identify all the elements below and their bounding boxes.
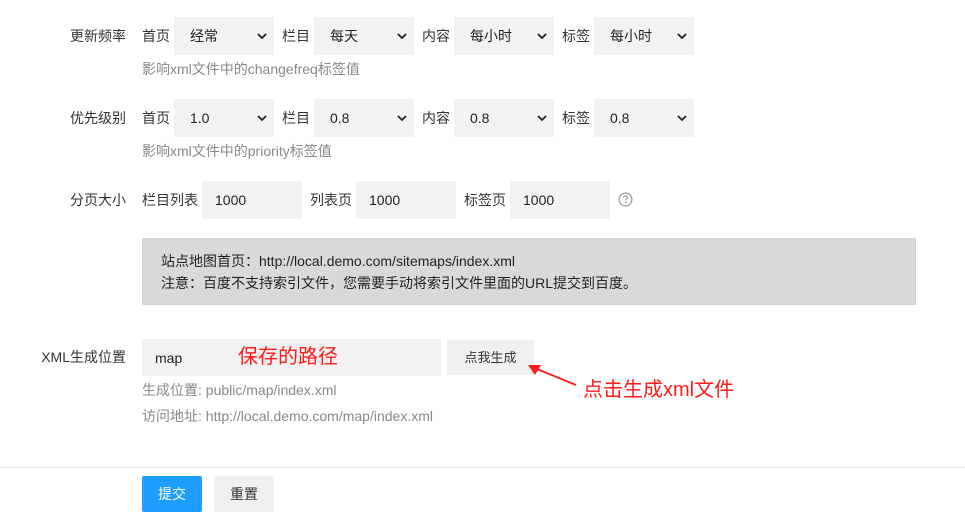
xml-url-hint: 访问地址: http://local.demo.com/map/index.xm… [142,408,433,424]
pagesize-list-input[interactable]: 1000 [356,181,456,219]
select-value: 1.0 [190,110,210,126]
chevron-down-icon [257,33,267,40]
pagesize-list-label: 列表页 [310,192,352,208]
priority-content-label: 内容 [422,110,450,126]
pagesize-tag-label: 标签页 [464,192,506,208]
chevron-down-icon [257,115,267,122]
select-value: 每天 [330,28,358,44]
form-divider [0,467,965,468]
chevron-down-icon [677,115,687,122]
arrow-icon [528,365,577,386]
changefreq-tag-select[interactable]: 每小时 [594,17,694,55]
pagesize-label: 分页大小 [70,192,126,208]
priority-tag-label: 标签 [562,110,590,126]
select-value: 每小时 [470,28,512,44]
priority-tag-select[interactable]: 0.8 [594,99,694,137]
changefreq-column-select[interactable]: 每天 [314,17,414,55]
select-value: 0.8 [470,110,490,126]
pagesize-column-list-label: 栏目列表 [142,192,198,208]
changefreq-label: 更新频率 [70,28,126,44]
changefreq-content-select[interactable]: 每小时 [454,17,554,55]
submit-button[interactable]: 提交 [142,476,202,512]
question-circle-icon[interactable] [618,192,633,207]
chevron-down-icon [677,33,687,40]
sitemap-notice: 站点地图首页：http://local.demo.com/sitemaps/in… [142,238,916,305]
pagesize-column-list-input[interactable]: 1000 [202,181,302,219]
changefreq-column-label: 栏目 [282,28,310,44]
priority-home-select[interactable]: 1.0 [174,99,274,137]
select-value: 经常 [190,28,218,44]
reset-button[interactable]: 重置 [214,476,274,512]
select-value: 0.8 [610,110,630,126]
select-value: 0.8 [330,110,350,126]
chevron-down-icon [397,33,407,40]
chevron-down-icon [397,115,407,122]
pagesize-tag-input[interactable]: 1000 [510,181,610,219]
changefreq-tag-label: 标签 [562,28,590,44]
xml-location-label: XML生成位置 [41,349,126,365]
chevron-down-icon [537,115,547,122]
changefreq-home-label: 首页 [142,28,170,44]
chevron-down-icon [537,33,547,40]
changefreq-content-label: 内容 [422,28,450,44]
priority-column-label: 栏目 [282,110,310,126]
changefreq-home-select[interactable]: 经常 [174,17,274,55]
select-value: 每小时 [610,28,652,44]
generate-button[interactable]: 点我生成 [447,340,534,375]
annotation-generate: 点击生成xml文件 [583,379,735,401]
priority-content-select[interactable]: 0.8 [454,99,554,137]
notice-line-1: 站点地图首页：http://local.demo.com/sitemaps/in… [161,253,515,269]
priority-home-label: 首页 [142,110,170,126]
xml-location-hint: 生成位置: public/map/index.xml [142,382,337,398]
notice-line-2: 注意：百度不支持索引文件，您需要手动将索引文件里面的URL提交到百度。 [161,275,638,291]
priority-label: 优先级别 [70,110,126,126]
changefreq-hint: 影响xml文件中的changefreq标签值 [142,61,360,77]
priority-hint: 影响xml文件中的priority标签值 [142,143,332,159]
annotation-save-path: 保存的路径 [238,346,338,368]
priority-column-select[interactable]: 0.8 [314,99,414,137]
